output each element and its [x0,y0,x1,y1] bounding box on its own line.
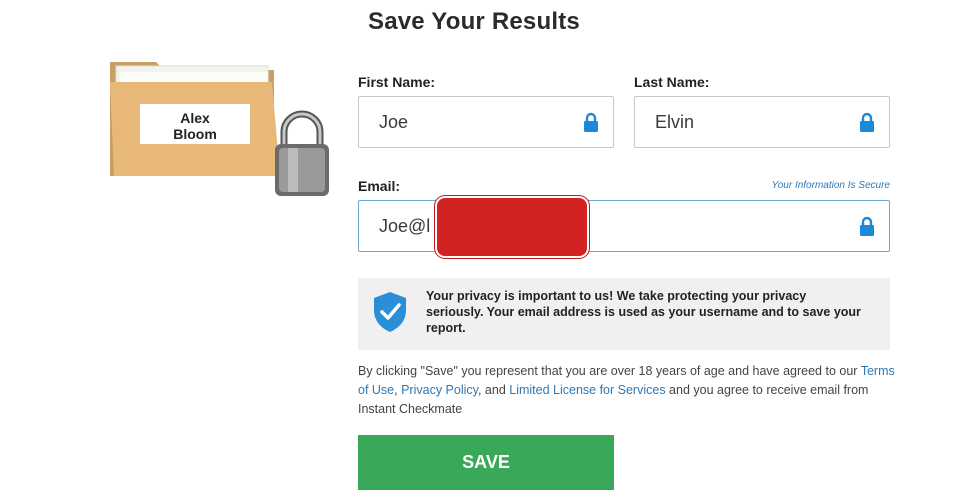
redaction-box [437,198,587,256]
secure-note: Your Information Is Secure [771,180,890,191]
lock-icon [860,216,874,236]
last-name-label: Last Name: [634,74,710,90]
privacy-text: Your privacy is important to us! We take… [426,289,861,335]
lock-icon [860,112,874,132]
license-link[interactable]: Limited License for Services [509,383,665,397]
lock-icon [584,112,598,132]
folder-name-line1: Alex [180,110,210,126]
privacy-notice: Your privacy is important to us! We take… [358,278,890,350]
privacy-policy-link[interactable]: Privacy Policy [401,383,478,397]
email-value: Joe@l [379,216,431,236]
consent-sep2: , and [477,383,510,397]
shield-check-icon [374,292,406,332]
first-name-value: Joe [379,112,409,132]
first-name-label: First Name: [358,74,436,90]
consent-text: By clicking "Save" you represent that yo… [358,362,898,419]
padlock-icon [275,110,329,196]
last-name-field[interactable]: Elvin [634,96,890,148]
folder-name-line2: Bloom [173,126,217,142]
save-button[interactable]: SAVE [358,435,614,490]
consent-part1: By clicking "Save" you represent that yo… [358,364,861,378]
page-title: Save Your Results [368,8,580,35]
email-label: Email: [358,178,401,194]
first-name-field[interactable]: Joe [358,96,614,148]
folder-lock-illustration: Alex Bloom [110,62,329,196]
last-name-value: Elvin [655,112,695,132]
